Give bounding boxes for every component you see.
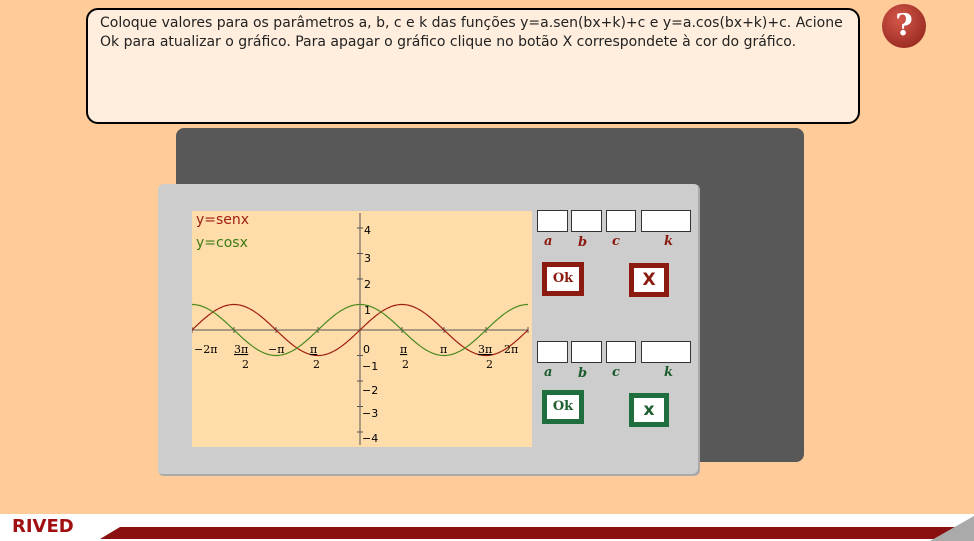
cos-ok-button[interactable]: Ok [542, 390, 584, 424]
x-tick-label: 0 [363, 343, 370, 356]
cos-param-b-input[interactable] [571, 341, 602, 363]
sin-label-c: c [612, 234, 620, 249]
sin-param-a-input[interactable] [537, 210, 568, 232]
instruction-text: Coloque valores para os parâmetros a, b,… [100, 15, 843, 50]
cos-label-k: k [664, 365, 674, 380]
sin-param-c-input[interactable] [606, 210, 636, 232]
legend-sin: y=senx [196, 212, 250, 228]
help-button[interactable]: ? [882, 4, 926, 48]
x-tick-label: π [310, 343, 317, 356]
x-tick-label: 3π [234, 343, 248, 356]
y-tick-label: −4 [362, 432, 378, 445]
sin-ok-button[interactable]: Ok [542, 262, 584, 296]
y-tick-label: −3 [362, 407, 378, 420]
x-tick-label: 2 [242, 358, 249, 371]
x-tick-label: −2π [194, 343, 217, 356]
x-tick-label: −π [268, 343, 284, 356]
sin-param-k-input[interactable] [641, 210, 691, 232]
sin-clear-button[interactable]: x [629, 263, 669, 297]
y-tick-label: 1 [364, 304, 371, 317]
sin-label-b: b [578, 235, 588, 250]
y-tick-label: 3 [364, 252, 371, 265]
sin-label-k: k [664, 234, 674, 249]
rived-logo: RIVED [12, 516, 74, 537]
cos-param-c-input[interactable] [606, 341, 636, 363]
cos-clear-button[interactable]: x [629, 393, 669, 427]
footer-bar [100, 527, 958, 539]
sin-param-b-input[interactable] [571, 210, 602, 232]
instruction-panel: Coloque valores para os parâmetros a, b,… [86, 8, 860, 124]
x-tick-label: π [400, 343, 407, 356]
x-tick-label: 2 [402, 358, 409, 371]
y-tick-label: 2 [364, 278, 371, 291]
cos-label-a: a [544, 365, 553, 380]
cos-param-a-input[interactable] [537, 341, 568, 363]
cos-label-c: c [612, 365, 620, 380]
x-tick-label: 2π [504, 343, 518, 356]
x-tick-label: 3π [478, 343, 492, 356]
y-tick-label: 4 [364, 224, 371, 237]
cos-label-b: b [578, 366, 588, 381]
x-tick-label: π [440, 343, 447, 356]
sin-label-a: a [544, 234, 553, 249]
x-tick-label: 2 [486, 358, 493, 371]
legend-cos: y=cosx [196, 235, 248, 251]
x-tick-label: 2 [313, 358, 320, 371]
y-tick-label: −2 [362, 384, 378, 397]
y-tick-label: −1 [362, 360, 378, 373]
cos-param-k-input[interactable] [641, 341, 691, 363]
